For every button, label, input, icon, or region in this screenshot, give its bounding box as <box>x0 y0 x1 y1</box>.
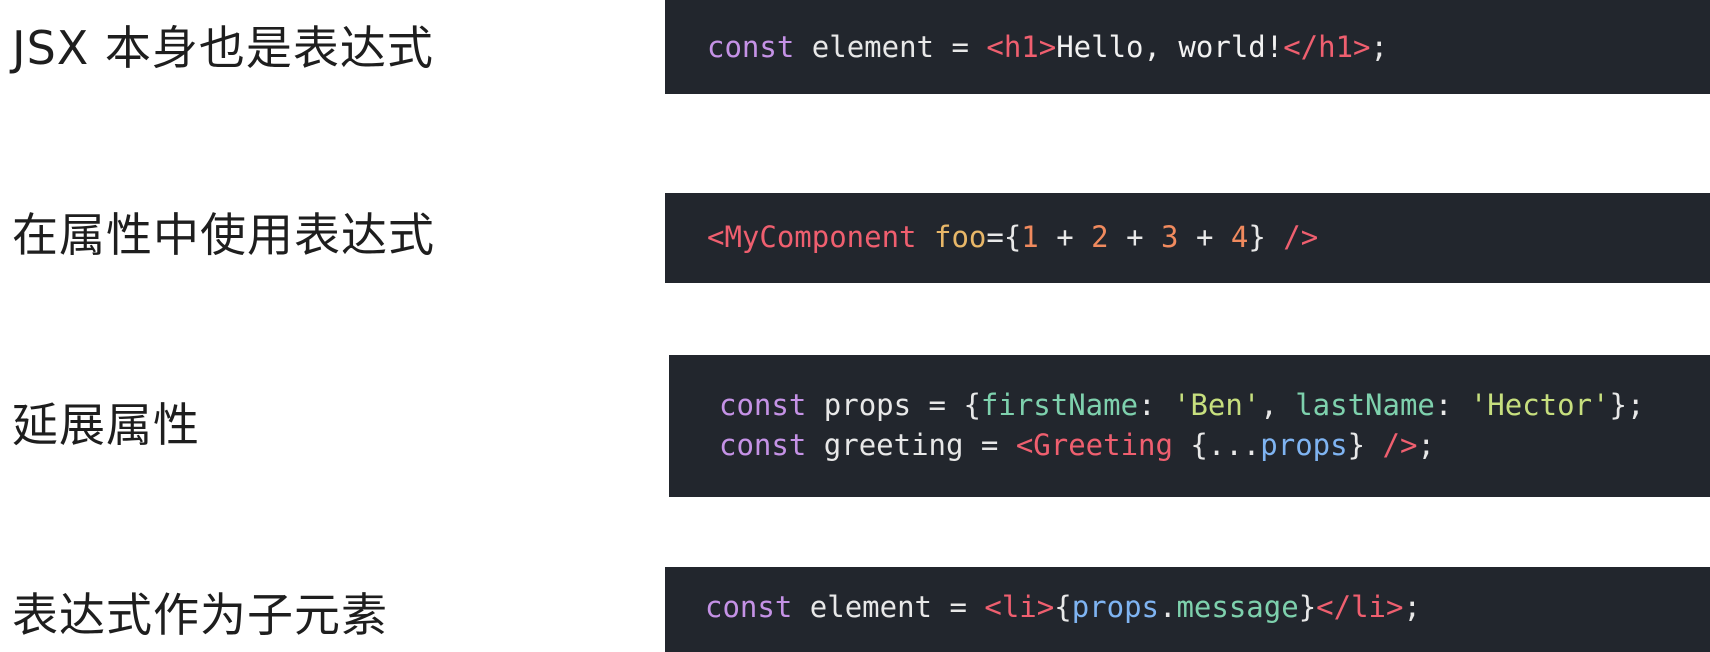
code-token-plain: props = { <box>806 388 981 422</box>
code-token-prop: message <box>1176 590 1299 624</box>
code-block-spread-attributes: const props = {firstName: 'Ben', lastNam… <box>669 355 1710 497</box>
code-token-prop: lastName <box>1295 388 1435 422</box>
section-label-child-expression: 表达式作为子元素 <box>12 588 388 642</box>
section-label-jsx-expression: JSX 本身也是表达式 <box>12 21 434 75</box>
code-token-tag: <li> <box>984 590 1055 624</box>
code-token-kw: const <box>705 590 793 624</box>
code-token-plain: ; <box>1417 428 1435 462</box>
code-token-num: 3 <box>1161 220 1179 254</box>
code-token-plain: {... <box>1172 428 1261 462</box>
code-token-plain: } <box>1248 220 1284 254</box>
section-label-attribute-expression: 在属性中使用表达式 <box>12 208 435 262</box>
code-line: const greeting = <Greeting {...props} />… <box>719 425 1710 465</box>
code-block-jsx-expression: const element = <h1>Hello, world!</h1>; <box>665 0 1710 94</box>
code-token-plain: + <box>1108 220 1162 254</box>
code-line: const props = {firstName: 'Ben', lastNam… <box>719 385 1710 425</box>
code-token-tag: </h1> <box>1283 30 1371 64</box>
code-block-child-expression: const element = <li>{props.message}</li>… <box>665 567 1710 652</box>
code-token-plain: , <box>1260 388 1296 422</box>
code-token-tag: </li> <box>1316 590 1404 624</box>
code-token-plain: element = <box>794 30 987 64</box>
code-token-plain: ; <box>1403 590 1421 624</box>
code-token-tag: <Greeting <box>1015 428 1173 462</box>
code-token-plain: ={ <box>986 220 1022 254</box>
code-token-plain: { <box>1054 590 1072 624</box>
code-token-tag: /> <box>1283 220 1319 254</box>
code-line: const element = <h1>Hello, world!</h1>; <box>707 27 1710 67</box>
code-token-plain: element = <box>792 590 985 624</box>
code-token-str: 'Hector' <box>1469 388 1610 422</box>
code-token-tag: <MyComponent <box>707 220 917 254</box>
code-token-plain: greeting = <box>806 428 1016 462</box>
code-token-num: 4 <box>1230 220 1249 254</box>
code-token-str: 'Ben' <box>1172 388 1261 422</box>
code-token-kw: const <box>707 30 795 64</box>
code-token-kw: const <box>719 428 807 462</box>
code-token-plain: . <box>1159 590 1177 624</box>
code-block-attribute-expression: <MyComponent foo={1 + 2 + 3 + 4} /> <box>665 193 1710 283</box>
code-token-plain: ; <box>1370 30 1388 64</box>
code-token-plain: }; <box>1609 388 1645 422</box>
code-token-num: 2 <box>1091 220 1109 254</box>
section-label-spread-attributes: 延展属性 <box>12 398 200 452</box>
slide: JSX 本身也是表达式 const element = <h1>Hello, w… <box>0 0 1710 652</box>
code-token-plain: : <box>1434 388 1470 422</box>
code-line: const element = <li>{props.message}</li>… <box>705 587 1710 627</box>
code-token-tag: <h1> <box>986 30 1057 64</box>
code-token-num: 1 <box>1021 220 1039 254</box>
code-token-plain: } <box>1298 590 1317 624</box>
code-token-attr: foo <box>933 220 987 254</box>
code-token-plain: + <box>1178 220 1231 254</box>
code-token-var: props <box>1071 590 1159 624</box>
code-line: <MyComponent foo={1 + 2 + 3 + 4} /> <box>707 217 1710 257</box>
code-token-var: props <box>1260 428 1348 462</box>
code-token-text: Hello, world! <box>1056 30 1284 64</box>
code-token-plain: : <box>1138 388 1173 422</box>
code-token-plain: + <box>1038 220 1092 254</box>
code-token-tag: /> <box>1382 428 1418 462</box>
code-token-kw: const <box>719 388 807 422</box>
code-token-prop: firstName <box>980 388 1139 422</box>
code-token-plain: } <box>1347 428 1383 462</box>
